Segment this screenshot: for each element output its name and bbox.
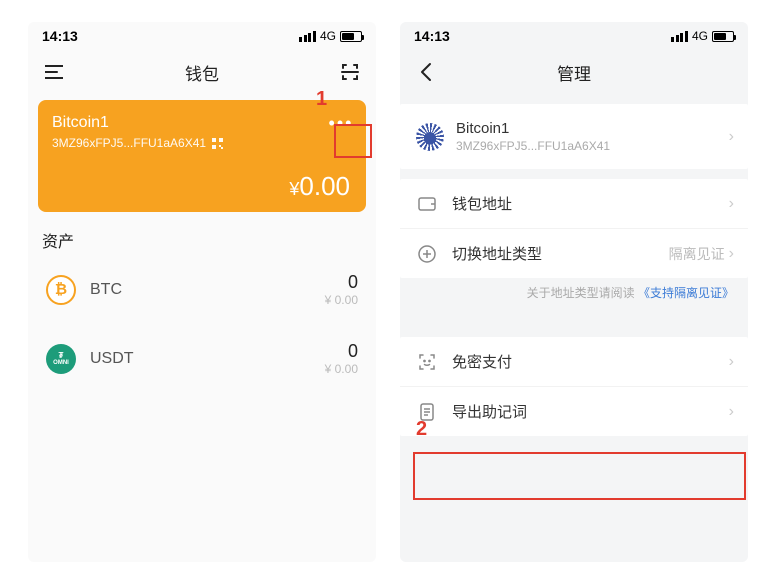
asset-row-btc[interactable]: ₿ BTC 0 ¥ 0.00 [28,258,376,321]
scan-icon[interactable] [328,50,372,94]
back-icon[interactable] [404,50,448,94]
asset-symbol: USDT [90,350,134,368]
status-time: 14:13 [414,28,450,44]
asset-amount: 0 [325,341,358,362]
chevron-right-icon: › [729,245,734,263]
wallet-name: Bitcoin1 [52,114,352,132]
wallet-address-row: 3MZ96xFPJ5...FFU1aA6X41 [52,136,352,150]
network-label: 4G [692,29,708,43]
currency-symbol: ¥ [289,179,299,199]
battery-icon [712,31,734,42]
chevron-right-icon: › [729,128,734,146]
chevron-right-icon: › [729,195,734,213]
wallet-logo-icon [416,123,444,151]
asset-fiat: ¥ 0.00 [325,293,358,307]
network-label: 4G [320,29,336,43]
switch-type-row[interactable]: 切换地址类型 隔离见证 › [400,228,748,278]
row-label: 导出助记词 [452,401,527,422]
switch-value: 隔离见证 [669,244,725,264]
btc-icon: ₿ [46,275,76,305]
asset-fiat: ¥ 0.00 [325,362,358,376]
status-time: 14:13 [42,28,78,44]
address-type-hint: 关于地址类型请阅读 《支持隔离见证》 [400,278,748,303]
row-label: 切换地址类型 [452,243,542,264]
asset-row-usdt[interactable]: ₮OMNI USDT 0 ¥ 0.00 [28,327,376,390]
manage-header: 管理 [400,50,748,94]
row-label: 钱包地址 [452,193,512,214]
qr-icon[interactable] [212,138,223,149]
assets-title: 资产 [28,212,376,258]
switch-icon [414,245,440,263]
wallet-address-row[interactable]: 钱包地址 › [400,179,748,228]
wallet-title: 钱包 [185,60,219,85]
segwit-link[interactable]: 《支持隔离见证》 [638,286,734,300]
wallet-icon [414,197,440,211]
face-id-icon [414,353,440,371]
wallet-address: 3MZ96xFPJ5...FFU1aA6X41 [456,139,610,153]
status-bar: 14:13 4G [28,22,376,50]
menu-icon[interactable] [32,50,76,94]
manage-screen: 14:13 4G 管理 Bitcoin1 3MZ96xFPJ5...FFU1aA… [400,22,748,562]
battery-icon [340,31,362,42]
annotation-1: 1 [316,88,327,111]
annotation-2: 2 [416,418,427,441]
wallet-more-button[interactable]: ••• [324,108,358,138]
wallet-address: 3MZ96xFPJ5...FFU1aA6X41 [52,136,206,150]
signal-icon [299,31,316,42]
asset-symbol: BTC [90,281,122,299]
wallet-card[interactable]: Bitcoin1 3MZ96xFPJ5...FFU1aA6X41 ••• ¥0.… [38,100,366,212]
wallet-name: Bitcoin1 [456,120,610,137]
signal-icon [671,31,688,42]
asset-amount: 0 [325,272,358,293]
chevron-right-icon: › [729,353,734,371]
usdt-icon: ₮OMNI [46,344,76,374]
status-bar: 14:13 4G [400,22,748,50]
nopass-pay-row[interactable]: 免密支付 › [400,337,748,386]
manage-title: 管理 [557,60,591,85]
wallet-info-row[interactable]: Bitcoin1 3MZ96xFPJ5...FFU1aA6X41 › [400,104,748,169]
export-mnemonic-row[interactable]: 导出助记词 › [400,386,748,436]
row-label: 免密支付 [452,351,512,372]
chevron-right-icon: › [729,403,734,421]
wallet-balance: ¥0.00 [289,171,350,202]
